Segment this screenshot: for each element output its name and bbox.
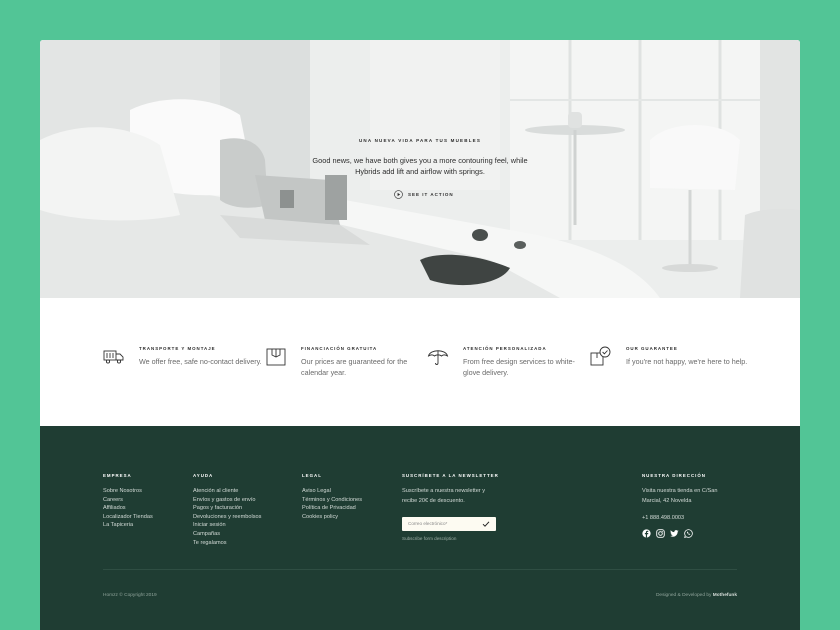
newsletter-description: Subscribe form description	[402, 536, 457, 542]
footer-links: Aviso Legal Términos y Condiciones Polít…	[302, 487, 362, 521]
features-section: TRANSPORTE Y MONTAJE We offer free, safe…	[40, 298, 800, 426]
phone-number[interactable]: +1 888.498.0003	[642, 515, 732, 521]
copyright-text: Homzz © Copyright 2019	[103, 593, 157, 598]
feature-title: OUR GUARANTEE	[626, 346, 678, 351]
newsletter-email-placeholder: Correo electrónico*	[408, 521, 448, 527]
footer-column-legal: LEGAL Aviso Legal Términos y Condiciones…	[302, 473, 362, 521]
footer-links: Sobre Nosotros Careers Affiliados Locali…	[103, 487, 153, 530]
feature-title: TRANSPORTE Y MONTAJE	[139, 346, 216, 351]
footer-column-address: NUESTRA DIRECCIÓN Visita nuestra tienda …	[642, 473, 732, 539]
footer-heading: SUSCRÍBETE A LA NEWSLETTER	[402, 473, 499, 478]
footer-link-sobre-nosotros[interactable]: Sobre Nosotros	[103, 487, 153, 496]
feature-title: FINANCIACIÓN GRATUITA	[301, 346, 378, 351]
newsletter-email-input[interactable]: Correo electrónico*	[402, 517, 496, 532]
footer-divider	[103, 569, 737, 570]
footer-link-campanas[interactable]: Campañas	[193, 530, 261, 539]
gift-box-icon	[266, 348, 286, 366]
footer-column-ayuda: AYUDA Atención al cliente Envíos y gasto…	[193, 473, 261, 547]
site-footer: EMPRESA Sobre Nosotros Careers Affiliado…	[40, 426, 800, 630]
play-circle-icon	[394, 189, 403, 199]
footer-link-privacidad[interactable]: Política de Privacidad	[302, 504, 362, 513]
instagram-icon[interactable]	[656, 529, 665, 538]
feature-text: If you're not happy, we're here to help.	[626, 357, 748, 366]
footer-link-cookies[interactable]: Cookies policy	[302, 513, 362, 522]
see-it-action-label: SEE IT ACTION	[408, 191, 454, 197]
umbrella-icon	[427, 350, 449, 365]
store-address: Visita nuestra tienda en C/San Marcial, …	[642, 488, 718, 504]
footer-links: Atención al cliente Envíos y gastos de e…	[193, 487, 261, 547]
footer-link-terminos[interactable]: Términos y Condiciones	[302, 496, 362, 505]
feature-text: We offer free, safe no-contact delivery.	[139, 357, 262, 366]
footer-link-envios[interactable]: Envíos y gastos de envío	[193, 496, 261, 505]
footer-column-newsletter: SUSCRÍBETE A LA NEWSLETTER Suscríbete a …	[402, 473, 499, 541]
footer-heading: EMPRESA	[103, 473, 132, 478]
footer-link-pagos[interactable]: Pagos y facturación	[193, 504, 261, 513]
feature-text: From free design services to white-glove…	[463, 357, 575, 377]
credits-link[interactable]: Mothefunk	[713, 593, 737, 598]
footer-column-empresa: EMPRESA Sobre Nosotros Careers Affiliado…	[103, 473, 153, 530]
footer-heading: NUESTRA DIRECCIÓN	[642, 473, 706, 478]
page-frame: UNA NUEVA VIDA PARA TUS MUEBLES Good new…	[40, 40, 800, 630]
hero-eyebrow: UNA NUEVA VIDA PARA TUS MUEBLES	[358, 138, 482, 143]
footer-link-aviso-legal[interactable]: Aviso Legal	[302, 487, 362, 496]
hero-description: Good news, we have both gives you a more…	[312, 156, 528, 177]
facebook-icon[interactable]	[642, 529, 651, 538]
feature-text: Our prices are guaranteed for the calend…	[301, 357, 408, 377]
check-submit-icon[interactable]	[482, 520, 490, 528]
footer-link-atencion[interactable]: Atención al cliente	[193, 487, 261, 496]
see-it-action-button[interactable]: SEE IT ACTION	[394, 188, 454, 200]
footer-link-careers[interactable]: Careers	[103, 496, 153, 505]
newsletter-text: Suscríbete a nuestra newsletter y recibe…	[402, 488, 486, 504]
footer-link-localizador[interactable]: Localizador Tiendas	[103, 513, 153, 522]
truck-icon	[103, 350, 124, 364]
footer-link-affiliados[interactable]: Affiliados	[103, 504, 153, 513]
footer-link-te-regalamos[interactable]: Te regalamos	[193, 539, 261, 548]
credits-text: Designed & Developed by Mothefunk	[656, 593, 737, 598]
box-check-icon	[590, 346, 611, 366]
whatsapp-icon[interactable]	[684, 529, 693, 539]
credits-prefix: Designed & Developed by	[655, 593, 712, 598]
social-links	[642, 529, 732, 539]
hero-section: UNA NUEVA VIDA PARA TUS MUEBLES Good new…	[40, 40, 800, 298]
footer-heading: LEGAL	[302, 473, 322, 478]
footer-link-devoluciones[interactable]: Devoluciones y reembolsos	[193, 513, 261, 522]
twitter-icon[interactable]	[670, 529, 679, 538]
footer-heading: AYUDA	[193, 473, 214, 478]
feature-title: ATENCIÓN PERSONALIZADA	[463, 346, 547, 351]
hero-content: UNA NUEVA VIDA PARA TUS MUEBLES Good new…	[40, 40, 800, 298]
footer-link-tapiceria[interactable]: La Tapiceria	[103, 521, 153, 530]
footer-link-iniciar-sesion[interactable]: Iniciar sesión	[193, 521, 261, 530]
